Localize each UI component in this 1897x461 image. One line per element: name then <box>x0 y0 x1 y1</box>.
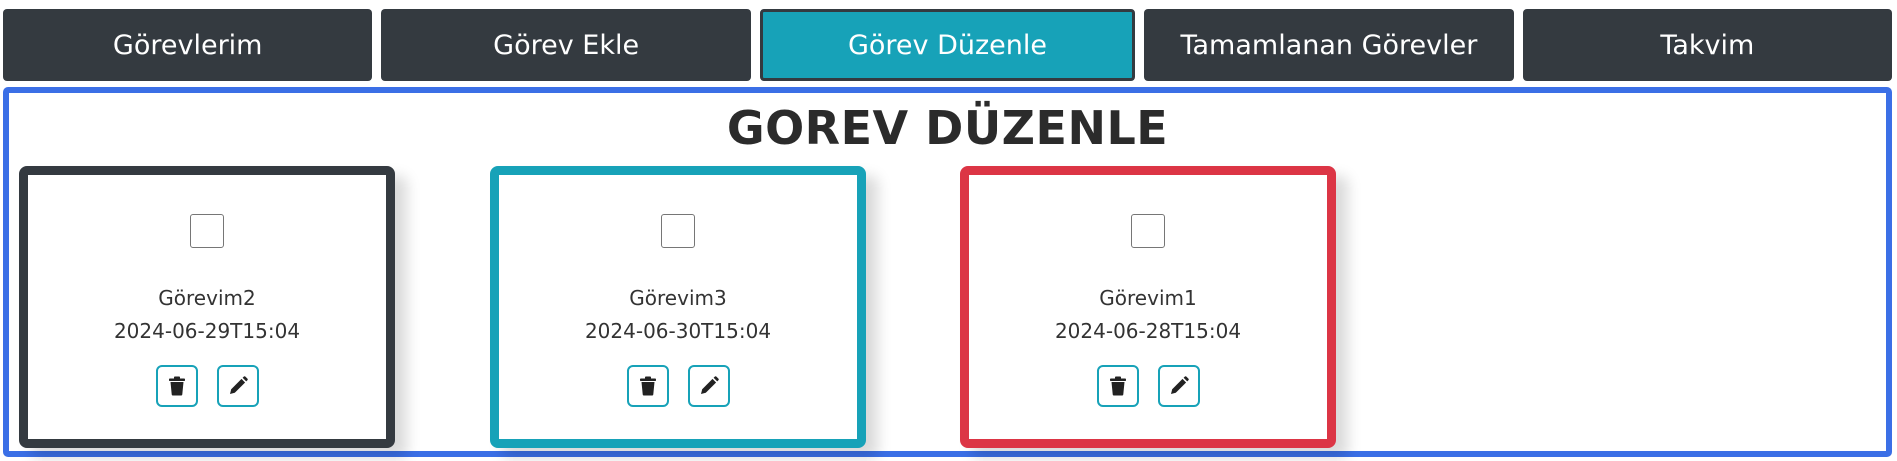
pencil-icon <box>229 376 248 394</box>
pencil-icon <box>700 376 719 394</box>
nav-takvim-button[interactable]: Takvim <box>1522 9 1893 81</box>
task-card: Görevim2 2024-06-29T15:04 <box>19 166 395 448</box>
edit-task-button[interactable] <box>216 365 259 407</box>
nav-tamamlanan-gorevler-button[interactable]: Tamamlanan Görevler <box>1144 9 1514 81</box>
pencil-icon <box>1170 376 1189 394</box>
task-complete-checkbox[interactable] <box>661 214 695 248</box>
delete-task-button[interactable] <box>1096 365 1139 407</box>
nav-gorev-ekle-button[interactable]: Görev Ekle <box>381 9 751 81</box>
nav-gorev-duzenle-button[interactable]: Görev Düzenle <box>759 9 1136 81</box>
task-actions <box>969 365 1327 407</box>
task-date: 2024-06-28T15:04 <box>1054 319 1242 343</box>
task-date: 2024-06-30T15:04 <box>584 319 772 343</box>
task-name: Görevim2 <box>158 286 256 310</box>
page-title: GOREV DÜZENLE <box>726 101 1169 155</box>
task-date: 2024-06-29T15:04 <box>113 319 301 343</box>
task-actions <box>499 365 857 407</box>
task-name: Görevim1 <box>1099 286 1197 310</box>
edit-task-button[interactable] <box>687 365 730 407</box>
task-card: Görevim1 2024-06-28T15:04 <box>960 166 1336 448</box>
delete-task-button[interactable] <box>626 365 669 407</box>
edit-tasks-panel: GOREV DÜZENLE Görevim2 2024-06-29T15:04 <box>3 87 1892 457</box>
task-card: Görevim3 2024-06-30T15:04 <box>490 166 866 448</box>
task-actions <box>28 365 386 407</box>
task-complete-checkbox[interactable] <box>1131 214 1165 248</box>
main-nav: Görevlerim Görev Ekle Görev Düzenle Tama… <box>3 9 1893 81</box>
trash-icon <box>1109 376 1126 396</box>
nav-gorevlerim-button[interactable]: Görevlerim <box>3 9 373 81</box>
task-name: Görevim3 <box>629 286 727 310</box>
delete-task-button[interactable] <box>155 365 198 407</box>
edit-task-button[interactable] <box>1157 365 1200 407</box>
trash-icon <box>168 376 185 396</box>
trash-icon <box>639 376 656 396</box>
task-complete-checkbox[interactable] <box>190 214 224 248</box>
